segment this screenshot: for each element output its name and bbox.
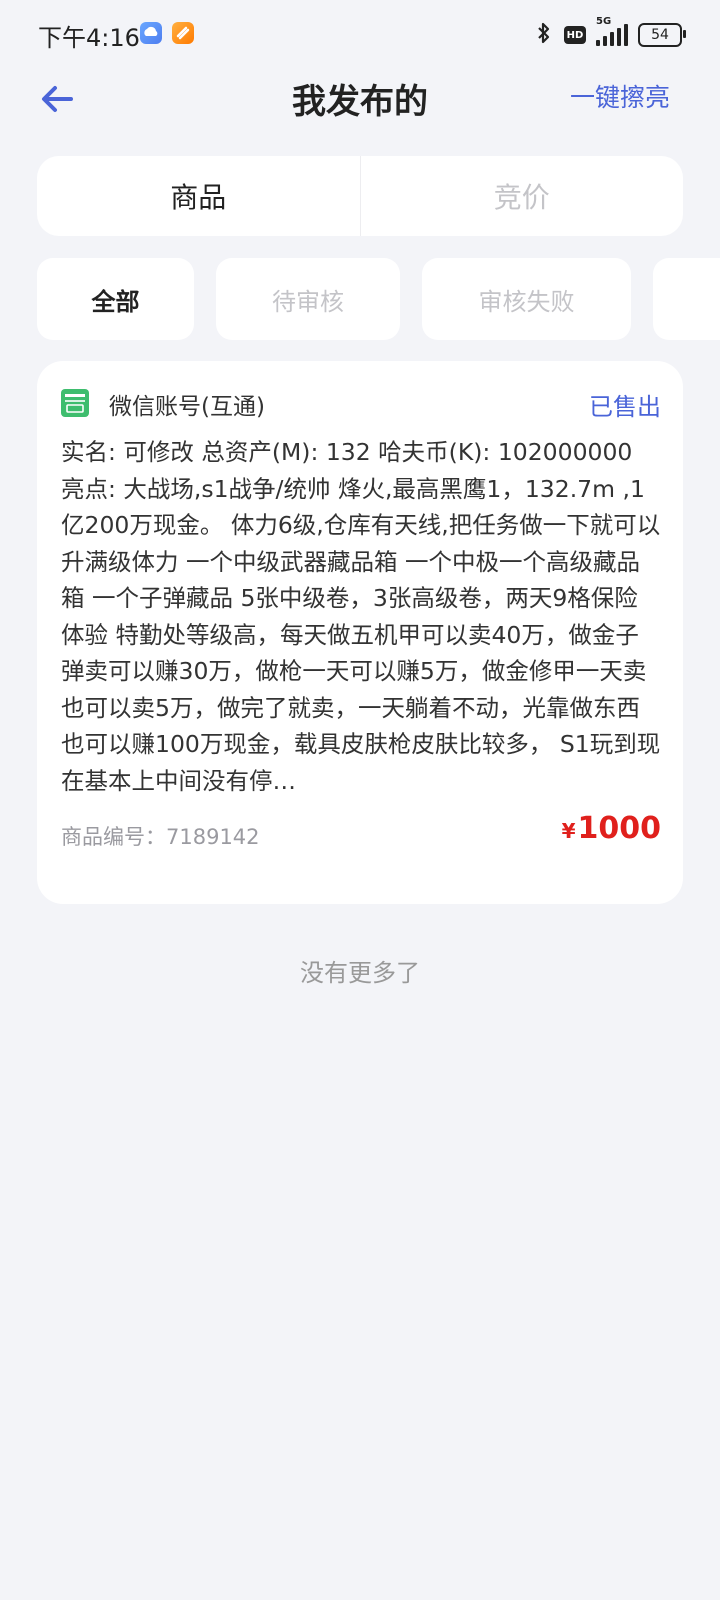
tab-bidding[interactable]: 竞价	[361, 156, 684, 236]
network-type: 5G	[596, 16, 612, 27]
price-amount: 1000	[577, 811, 662, 846]
status-time: 下午4:16	[38, 24, 140, 52]
bluetooth-icon	[534, 21, 554, 49]
listing-summary-line: 实名: 可修改 总资产(M): 132 哈夫币(K): 102000000	[61, 438, 633, 466]
listing-price: ¥ 1000	[562, 811, 661, 846]
battery-icon: 54	[638, 23, 686, 47]
battery-level: 54	[651, 27, 669, 43]
cloud-app-icon	[140, 22, 162, 44]
filter-more[interactable]	[653, 258, 720, 340]
notification-app-icon	[172, 22, 194, 44]
wechat-account-icon	[61, 389, 89, 417]
listing-status-badge: 已售出	[589, 393, 661, 421]
polish-all-button[interactable]: 一键擦亮	[570, 78, 670, 114]
type-segment-control: 商品 竞价	[37, 156, 683, 236]
filter-review-failed[interactable]: 审核失败	[422, 258, 631, 340]
filter-all[interactable]: 全部	[37, 258, 194, 340]
status-indicators: HD 5G 54	[534, 16, 686, 52]
listing-description: 实名: 可修改 总资产(M): 132 哈夫币(K): 102000000 亮点…	[61, 434, 661, 799]
listing-id: 商品编号：7189142	[61, 825, 260, 849]
listing-card[interactable]: 微信账号(互通) 已售出 实名: 可修改 总资产(M): 132 哈夫币(K):…	[37, 361, 683, 904]
app-header: 我发布的 一键擦亮	[0, 70, 720, 160]
listing-category: 微信账号(互通)	[109, 394, 265, 420]
listing-highlights: 亮点: 大战场,s1战争/统帅 烽火,最高黑鹰1，132.7m ,1亿200万现…	[61, 474, 661, 795]
end-of-list-text: 没有更多了	[300, 959, 420, 987]
signal-strength-icon: 5G	[596, 16, 628, 46]
price-currency: ¥	[561, 819, 576, 843]
filter-pending-review[interactable]: 待审核	[216, 258, 400, 340]
status-filter-bar: 全部 待审核 审核失败	[37, 258, 720, 340]
status-bar: 下午4:16 HD 5G 54	[0, 0, 720, 70]
tab-goods[interactable]: 商品	[37, 156, 360, 236]
listing-header: 微信账号(互通) 已售出	[61, 387, 661, 421]
hd-voice-icon: HD	[564, 26, 586, 44]
